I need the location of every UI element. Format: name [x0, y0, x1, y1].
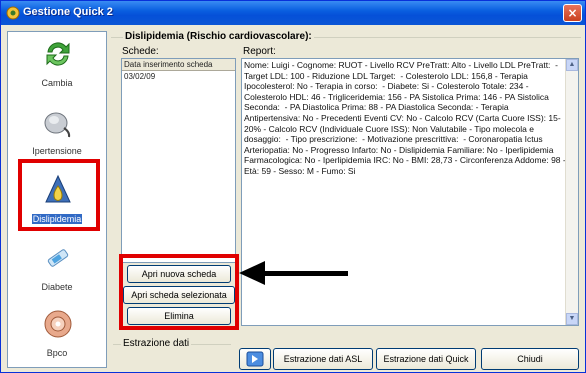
app-window: Gestione Quick 2 × Cambia Ipertensione D… — [0, 0, 586, 373]
schede-list[interactable]: Data inserimento scheda 03/02/09 — [121, 58, 236, 263]
scroll-up-arrow-icon[interactable]: ▲ — [566, 59, 578, 71]
annotation-arrow-shaft — [263, 271, 348, 276]
close-button[interactable]: × — [563, 4, 582, 22]
report-scrollbar[interactable]: ▲ ▼ — [565, 59, 578, 325]
sidebar-item-label: Bpco — [46, 348, 68, 358]
lungs-icon — [44, 310, 72, 338]
highlight-box-buttons — [119, 254, 239, 330]
panel-title: Dislipidemia (Rischio cardiovascolare): — [123, 31, 314, 42]
highlight-box-sidebar — [18, 159, 100, 231]
sidebar-item-label: Diabete — [41, 282, 73, 292]
report-label: Report: — [243, 46, 276, 57]
estrazione-quick-button[interactable]: Estrazione dati Quick — [376, 348, 476, 370]
window-title: Gestione Quick 2 — [23, 6, 113, 18]
sidebar-item-bpco[interactable]: Bpco — [8, 304, 106, 370]
sidebar-item-cambia[interactable]: Cambia — [8, 34, 106, 100]
refresh-arrows-icon — [46, 42, 70, 66]
chiudi-button[interactable]: Chiudi — [481, 348, 579, 370]
sidebar-item-label: Cambia — [41, 78, 73, 88]
estrazione-icon-button[interactable] — [239, 348, 271, 370]
sidebar-item-label: Ipertensione — [32, 146, 82, 156]
export-icon — [246, 351, 264, 367]
list-column-header[interactable]: Data inserimento scheda — [122, 59, 235, 71]
annotation-arrow-head-icon — [239, 261, 265, 285]
report-textbox[interactable]: Nome: Luigi - Cognome: RUOT - Livello RC… — [241, 58, 579, 326]
syringe-icon — [47, 249, 69, 267]
scroll-down-arrow-icon[interactable]: ▼ — [566, 313, 578, 325]
list-item[interactable]: 03/02/09 — [122, 71, 235, 82]
blood-pressure-icon — [44, 112, 71, 138]
sidebar-item-diabete[interactable]: Diabete — [8, 238, 106, 304]
app-icon — [6, 6, 20, 20]
title-bar[interactable]: Gestione Quick 2 × — [1, 1, 585, 25]
estrazione-asl-button[interactable]: Estrazione dati ASL — [273, 348, 373, 370]
estrazione-title: Estrazione dati — [121, 338, 192, 349]
report-text: Nome: Luigi - Cognome: RUOT - Livello RC… — [244, 60, 566, 176]
schede-label: Schede: — [122, 46, 159, 57]
